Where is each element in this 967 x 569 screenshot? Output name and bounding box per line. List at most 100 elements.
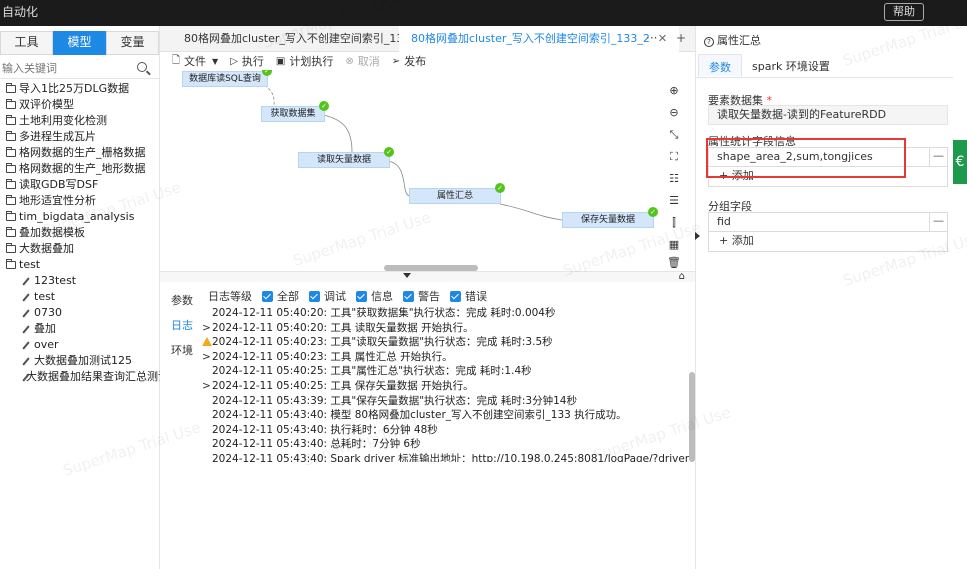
model-canvas[interactable]: 数据库读SQL查询 ✓ 获取数据集 ✓ 读取矢量数据 ✓ 属性汇总 ✓ 保存矢量数据 ✓ … <box>160 70 695 270</box>
tree-folder[interactable]: 地形适宜性分析 <box>0 193 159 209</box>
checkbox-all[interactable] <box>262 290 273 302</box>
search-input[interactable] <box>0 59 130 77</box>
node-attribute-summary[interactable]: 属性汇总 ✓ <box>409 183 505 204</box>
tree-folder[interactable]: 读取GDB写DSF <box>0 177 159 193</box>
clear-icon[interactable]: ⌂ <box>679 271 685 282</box>
tab-parameters[interactable]: 参数 <box>698 54 742 77</box>
help-icon[interactable]: ? <box>704 37 714 47</box>
log-line-warning: 2024-12-11 05:40:23: 工具"读取矢量数据"执行状态：完成 耗… <box>196 335 689 350</box>
play-icon: ▷ <box>230 55 238 67</box>
schedule-button[interactable]: ▣ 计划执行 <box>276 53 333 69</box>
tree-model[interactable]: over <box>0 337 159 353</box>
tree-folder[interactable]: 大数据叠加 <box>0 241 159 257</box>
distribute-icon[interactable]: ⫿ <box>666 216 682 232</box>
tree-model[interactable]: 123test <box>0 273 159 289</box>
check-icon: ✓ <box>319 101 329 111</box>
folder-icon <box>6 115 16 125</box>
chevron-right-icon[interactable]: > <box>202 379 212 394</box>
tree-folder[interactable]: tim_bigdata_analysis <box>0 209 159 225</box>
tab-log[interactable]: 日志 <box>171 317 193 333</box>
remove-button[interactable]: — <box>929 213 947 231</box>
log-empty-area <box>196 462 695 569</box>
tree-folder[interactable]: 导入1比25万DLG数据 <box>0 81 159 97</box>
group-field[interactable]: fid — <box>708 212 948 232</box>
caret-down-icon[interactable] <box>403 273 411 278</box>
node-read-vector[interactable]: 读取矢量数据 ✓ <box>298 147 394 168</box>
tree-folder[interactable]: 格网数据的生产_栅格数据 <box>0 145 159 161</box>
chevron-right-icon[interactable]: > <box>202 350 212 365</box>
run-button[interactable]: ▷ 执行 <box>230 53 264 69</box>
collapse-arrow-icon[interactable] <box>695 232 700 240</box>
panel-splitter[interactable]: ⌂ <box>160 271 695 282</box>
left-tabs: 工具 模型 变量 <box>0 31 159 55</box>
tree-folder[interactable]: 叠加数据模板 <box>0 225 159 241</box>
wrench-icon <box>22 341 30 349</box>
doc-tab-1[interactable]: 80格网叠加cluster_写入不创建空间索引_133 <box>172 26 422 52</box>
checkbox-info[interactable] <box>356 290 367 302</box>
chevron-right-icon[interactable]: > <box>202 321 212 336</box>
zoom-out-icon[interactable]: ⊖ <box>666 106 682 122</box>
node-save-vector[interactable]: 保存矢量数据 ✓ <box>562 207 658 228</box>
file-menu-button[interactable]: 🗋 文件 ▼ <box>172 53 218 70</box>
tree-model[interactable]: 大数据叠加结果查询汇总测试 <box>0 369 169 385</box>
folder-icon <box>6 99 16 109</box>
tab-tools[interactable]: 工具 <box>0 31 53 55</box>
fullscreen-icon[interactable]: ⛶ <box>666 150 682 166</box>
publish-button[interactable]: ➢ 发布 <box>392 53 426 69</box>
grid-icon[interactable]: ▦ <box>666 238 682 254</box>
tab-models[interactable]: 模型 <box>53 31 106 55</box>
tree-folder[interactable]: 格网数据的生产_地形数据 <box>0 161 159 177</box>
tab-environment[interactable]: 环境 <box>171 342 193 358</box>
log-line[interactable]: >2024-12-11 05:40:20: 工具 读取矢量数据 开始执行。 <box>196 321 689 336</box>
align-icon[interactable]: ☰ <box>666 194 682 210</box>
panel-header: ? 属性汇总 <box>696 26 953 54</box>
tab-variables[interactable]: 变量 <box>106 31 159 55</box>
log-line[interactable]: >2024-12-11 05:40:25: 工具 保存矢量数据 开始执行。 <box>196 379 689 394</box>
file-icon: 🗋 <box>172 54 181 66</box>
log-line[interactable]: >2024-12-11 05:40:23: 工具 属性汇总 开始执行。 <box>196 350 689 365</box>
folder-icon <box>6 179 16 189</box>
doc-tab-2[interactable]: 80格网叠加cluster_写入不创建空间索引_133_2 ✕ <box>399 26 680 52</box>
add-tab-icon[interactable]: + <box>676 26 686 50</box>
wrench-icon <box>22 309 30 317</box>
tree-folder[interactable]: 双评价模型 <box>0 97 159 113</box>
close-icon[interactable]: ✕ <box>658 32 667 45</box>
left-panel: 工具 模型 变量 导入1比25万DLG数据 双评价模型 土地利用变化检测 多进程… <box>0 26 169 569</box>
model-toolbar: 🗋 文件 ▼ ▷ 执行 ▣ 计划执行 ⊗ 取消 ➢ 发布 <box>160 52 695 70</box>
folder-icon <box>6 211 16 221</box>
tree-model[interactable]: test <box>0 289 159 305</box>
tab-params[interactable]: 参数 <box>171 292 193 308</box>
tree-folder-open[interactable]: test <box>0 257 159 273</box>
wrench-icon <box>22 325 30 333</box>
checkbox-debug[interactable] <box>309 290 320 302</box>
cancel-button[interactable]: ⊗ 取消 <box>345 53 379 69</box>
fit-icon[interactable]: ⤡ <box>666 128 682 144</box>
tree-model[interactable]: 0730 <box>0 305 159 321</box>
cancel-icon: ⊗ <box>345 55 354 67</box>
group-add-button[interactable]: + 添加 <box>708 232 948 252</box>
delete-icon[interactable]: 🗑 <box>666 256 682 270</box>
more-icon[interactable]: ··· <box>646 26 657 50</box>
tree-folder[interactable]: 多进程生成瓦片 <box>0 129 159 145</box>
help-button[interactable]: 帮助 <box>884 3 924 21</box>
folder-open-icon <box>6 259 16 269</box>
log-panel: 日志等级 全部 调试 信息 警告 错误 2024-12-11 05:40:20:… <box>196 282 689 462</box>
zoom-in-icon[interactable]: ⊕ <box>666 84 682 100</box>
node-db-sql-query[interactable]: 数据库读SQL查询 ✓ <box>182 70 272 87</box>
side-launcher-tab[interactable]: € <box>953 140 967 184</box>
remove-button[interactable]: — <box>929 148 947 166</box>
checkbox-error[interactable] <box>450 290 461 302</box>
tree-model[interactable]: 叠加 <box>0 321 159 337</box>
layout-icon[interactable]: ☷ <box>666 172 682 188</box>
properties-tabs: 参数 spark 环境设置 <box>696 54 953 78</box>
right-edge-strip <box>953 26 967 569</box>
tree-folder[interactable]: 土地利用变化检测 <box>0 113 159 129</box>
calendar-icon: ▣ <box>275 55 286 67</box>
tab-spark-settings[interactable]: spark 环境设置 <box>742 54 840 77</box>
tree-model[interactable]: 大数据叠加测试125 <box>0 353 159 369</box>
search-icon[interactable] <box>137 62 147 72</box>
node-get-dataset[interactable]: 获取数据集 ✓ <box>261 101 329 122</box>
source-field[interactable]: 读取矢量数据-读到的FeatureRDD <box>708 105 948 125</box>
check-icon: ✓ <box>384 147 394 157</box>
checkbox-warning[interactable] <box>403 290 414 302</box>
